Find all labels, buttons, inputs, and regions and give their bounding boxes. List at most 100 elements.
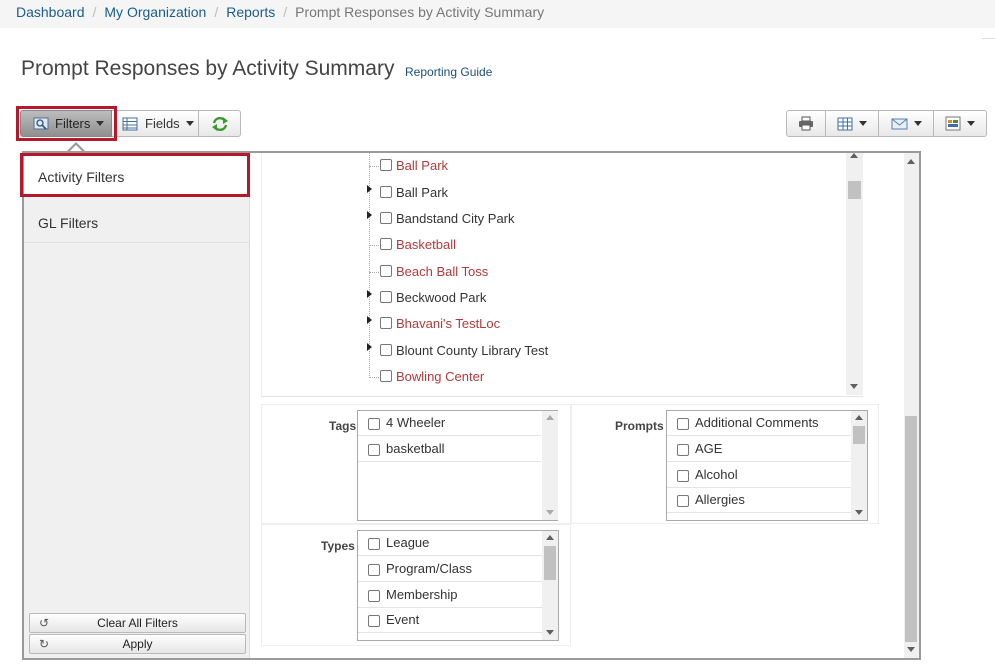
clear-all-filters-button[interactable]: ↺ Clear All Filters — [29, 613, 246, 633]
checkbox[interactable] — [380, 186, 392, 198]
scroll-down-icon[interactable] — [855, 510, 863, 515]
table-icon — [122, 117, 138, 130]
tree-item-label[interactable]: Bandstand City Park — [396, 211, 515, 226]
breadcrumb-separator: / — [283, 4, 288, 20]
list-item[interactable]: AGE — [667, 437, 851, 462]
breadcrumb-current: Prompt Responses by Activity Summary — [295, 4, 545, 20]
checkbox[interactable] — [677, 495, 689, 507]
clear-all-filters-label: Clear All Filters — [97, 616, 178, 630]
page-title: Prompt Responses by Activity Summary — [21, 57, 395, 80]
tree-item-label[interactable]: Basketball — [396, 237, 456, 252]
checkbox[interactable] — [677, 470, 689, 482]
scrollbar-thumb[interactable] — [905, 416, 917, 642]
prompts-listbox[interactable]: Additional Comments AGE Alcohol Allergie… — [666, 410, 868, 521]
checkbox[interactable] — [368, 538, 380, 550]
types-listbox[interactable]: League Program/Class Membership Event — [357, 530, 559, 641]
tree-item-label[interactable]: Ball Park — [396, 185, 448, 200]
checkbox[interactable] — [677, 418, 689, 430]
list-item[interactable]: Event — [358, 608, 542, 633]
tree-scrollbar[interactable] — [846, 153, 863, 395]
checkbox[interactable] — [677, 444, 689, 456]
breadcrumb-separator: / — [92, 4, 97, 20]
scroll-up-icon[interactable] — [907, 159, 915, 164]
expand-arrow-icon[interactable] — [367, 316, 372, 324]
checkbox[interactable] — [380, 159, 392, 171]
filters-panel: Activity Filters GL Filters ↺ Clear All … — [22, 151, 921, 660]
list-item-label: AGE — [695, 441, 723, 456]
apply-button[interactable]: ↻ Apply — [29, 634, 246, 654]
panel-scrollbar[interactable] — [904, 153, 919, 658]
list-item[interactable]: 4 Wheeler — [358, 411, 541, 436]
scroll-down-icon[interactable] — [546, 510, 554, 515]
checkbox[interactable] — [380, 291, 392, 303]
types-label: Types — [321, 539, 355, 553]
checkbox[interactable] — [380, 212, 392, 224]
tree-item-label[interactable]: Bhavani's TestLoc — [396, 316, 500, 331]
tree-item-label[interactable]: Beach Ball Toss — [396, 264, 488, 279]
scrollbar-thumb[interactable] — [848, 181, 861, 199]
types-scrollbar[interactable] — [542, 531, 558, 640]
scroll-up-icon[interactable] — [850, 153, 858, 158]
refresh-button[interactable] — [199, 110, 241, 137]
breadcrumb-reports[interactable]: Reports — [226, 4, 275, 20]
export-icon — [945, 116, 961, 131]
scroll-up-icon[interactable] — [546, 535, 554, 540]
scroll-up-icon[interactable] — [855, 415, 863, 420]
breadcrumb-my-organization[interactable]: My Organization — [104, 4, 206, 20]
checkbox[interactable] — [380, 265, 392, 277]
tree-item-label[interactable]: Ball Park — [396, 158, 448, 173]
checkbox[interactable] — [368, 444, 380, 456]
list-item-label: Membership — [386, 587, 458, 602]
print-button[interactable] — [786, 110, 826, 137]
list-item[interactable]: basketball — [358, 437, 541, 462]
expand-arrow-icon[interactable] — [367, 211, 372, 219]
tree-item-label[interactable]: Beckwood Park — [396, 290, 486, 305]
list-item-label: Event — [386, 612, 420, 627]
view-grid-button[interactable] — [825, 110, 879, 137]
tags-listbox[interactable]: 4 Wheeler basketball — [357, 410, 558, 521]
checkbox[interactable] — [368, 615, 380, 627]
list-item[interactable]: Alcohol — [667, 463, 851, 488]
expand-arrow-icon[interactable] — [367, 290, 372, 298]
fields-button[interactable]: Fields — [112, 110, 199, 137]
list-item-label: Program/Class — [386, 561, 472, 576]
list-item[interactable]: League — [358, 531, 542, 556]
prompts-scrollbar[interactable] — [851, 411, 867, 520]
checkbox[interactable] — [380, 317, 392, 329]
email-icon — [891, 118, 907, 129]
checkbox[interactable] — [380, 238, 392, 250]
tags-scrollbar[interactable] — [542, 411, 558, 520]
tree-item-label[interactable]: Bowling Center — [396, 369, 484, 384]
print-icon — [799, 116, 813, 131]
scrollbar-thumb[interactable] — [544, 546, 556, 580]
checkbox[interactable] — [368, 590, 380, 602]
export-button[interactable] — [933, 110, 987, 137]
checkbox[interactable] — [368, 564, 380, 576]
email-button[interactable] — [878, 110, 934, 137]
list-item-label: basketball — [386, 441, 445, 456]
checkbox[interactable] — [380, 344, 392, 356]
sidebar-item-gl-filters[interactable]: GL Filters — [24, 198, 250, 243]
list-item[interactable]: Membership — [358, 583, 542, 608]
fields-button-label: Fields — [145, 116, 180, 131]
activity-filters-highlight — [20, 153, 250, 197]
list-item[interactable]: Additional Comments — [667, 411, 851, 436]
list-item[interactable]: Program/Class — [358, 557, 542, 582]
scroll-down-icon[interactable] — [546, 630, 554, 635]
list-item-label: 4 Wheeler — [386, 415, 446, 430]
scrollbar-thumb[interactable] — [853, 426, 865, 444]
list-item[interactable]: Allergies — [667, 488, 851, 513]
checkbox[interactable] — [368, 418, 380, 430]
list-item-label: Additional Comments — [695, 415, 819, 430]
scroll-down-icon[interactable] — [850, 384, 858, 389]
breadcrumb-dashboard[interactable]: Dashboard — [16, 4, 85, 20]
scroll-up-icon[interactable] — [546, 415, 554, 420]
reporting-guide-link[interactable]: Reporting Guide — [405, 65, 492, 79]
apply-label: Apply — [122, 637, 153, 651]
tree-item-label[interactable]: Blount County Library Test — [396, 343, 548, 358]
expand-arrow-icon[interactable] — [367, 185, 372, 193]
checkbox[interactable] — [380, 370, 392, 382]
scroll-down-icon[interactable] — [907, 647, 915, 652]
expand-arrow-icon[interactable] — [367, 343, 372, 351]
divider — [982, 38, 995, 39]
